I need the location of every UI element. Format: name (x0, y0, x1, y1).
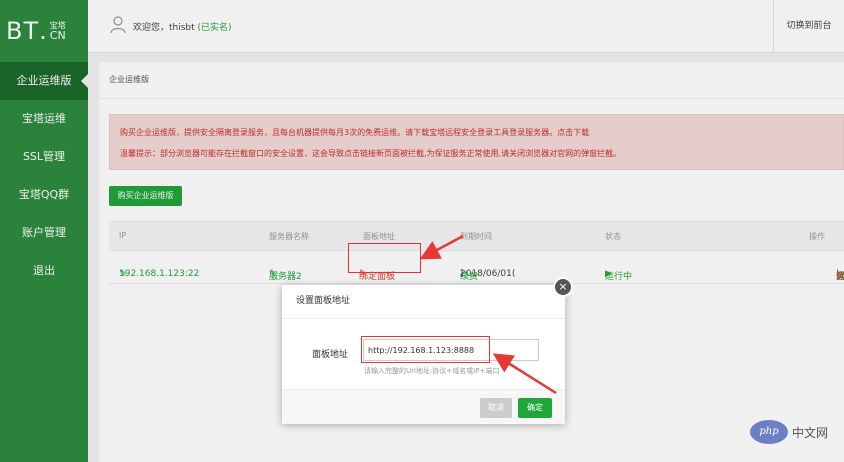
panel-address-label: 面板地址 (312, 350, 349, 360)
confirm-button[interactable]: 确定 (518, 398, 552, 418)
panel-address-hint: 请输入完整的Url地址:协议+域名或IP+端口 (364, 367, 500, 375)
dialog-title: 设置面板地址 (282, 285, 565, 319)
dialog-footer: 取消 确定 (282, 389, 565, 424)
php-watermark: php 中文网 (750, 420, 828, 444)
watermark-text: 中文网 (792, 425, 829, 440)
set-panel-address-dialog: 设置面板地址 面板地址 请输入完整的Url地址:协议+域名或IP+端口 取消 确… (282, 285, 565, 424)
panel-address-input[interactable] (363, 339, 539, 361)
cancel-button[interactable]: 取消 (480, 398, 512, 418)
php-logo: php (750, 420, 788, 444)
close-icon[interactable]: × (553, 277, 573, 297)
